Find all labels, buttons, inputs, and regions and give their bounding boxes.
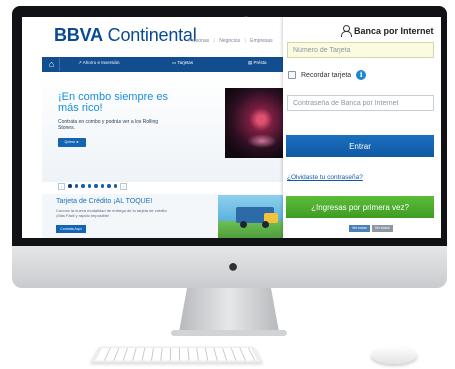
pill-ver-todos[interactable]: Ver todos: [371, 225, 393, 232]
password-input[interactable]: [287, 95, 434, 111]
mouse: [371, 346, 417, 364]
remember-card-checkbox[interactable]: [288, 71, 296, 79]
logo-bold: BBVA: [54, 25, 103, 45]
carousel-prev-icon[interactable]: ‹: [58, 182, 65, 190]
link-separator: |: [244, 38, 246, 44]
nav-prestamos[interactable]: ▤ Présta: [248, 60, 267, 66]
bbva-logo[interactable]: BBVA Continental: [54, 25, 197, 46]
carousel-dot[interactable]: [113, 184, 117, 188]
keyboard-keys: [95, 348, 258, 361]
login-header: Banca por Internet: [340, 25, 434, 37]
card-number-input[interactable]: [287, 42, 434, 58]
promo-text: Conoce la nueva modalidad de entrega de …: [56, 208, 167, 218]
carousel-dot[interactable]: [68, 184, 72, 188]
promo-title: Tarjeta de Crédito ¡AL TOQUE!: [56, 198, 153, 205]
hero-button[interactable]: Quiero ►: [58, 138, 86, 147]
link-negocios[interactable]: Negocios: [219, 38, 240, 44]
promo-button[interactable]: Contrata Aquí: [56, 225, 86, 233]
hero-text: Contrata en combo y podrás ver a los Rol…: [58, 119, 159, 131]
main-nav: ⌂ ↗ Ahorro e Inversión ▭ Tarjetas ▤ Prés…: [42, 57, 283, 72]
pill-ver-todas[interactable]: Ver todas: [349, 225, 370, 232]
carousel-dot[interactable]: [107, 184, 111, 188]
logo-light: Continental: [102, 25, 197, 45]
forgot-password-link[interactable]: ¿Olvidaste tu contraseña?: [287, 174, 363, 181]
info-icon[interactable]: i: [356, 70, 367, 80]
hero-concert-photo: [225, 88, 285, 158]
carousel-dots: ‹ ›: [58, 182, 127, 190]
monitor-stand-base: [171, 330, 287, 336]
stage-light: [247, 134, 277, 148]
user-icon: [340, 25, 352, 37]
nav-tarjetas[interactable]: ▭ Tarjetas: [172, 60, 193, 66]
promo-delivery-image: [218, 195, 283, 238]
carousel-dot[interactable]: [81, 184, 85, 188]
keyboard: [90, 346, 263, 363]
login-title: Banca por Internet: [354, 25, 434, 36]
first-time-button[interactable]: ¿Ingresas por primera vez?: [286, 196, 434, 218]
nav-ahorro[interactable]: ↗ Ahorro e Inversión: [78, 60, 120, 66]
carousel-dot[interactable]: [94, 184, 98, 188]
truck-wheel: [240, 221, 247, 228]
enter-button[interactable]: Entrar: [286, 135, 434, 157]
remember-card-row: Recordar tarjeta i: [288, 70, 367, 80]
remember-card-label: Recordar tarjeta: [301, 71, 352, 79]
home-icon[interactable]: ⌂: [44, 58, 60, 71]
carousel-dot[interactable]: [100, 184, 104, 188]
apple-logo-icon: ●: [227, 256, 239, 276]
truck-wheel: [262, 221, 269, 228]
monitor-stand: [179, 288, 279, 332]
carousel-next-icon[interactable]: ›: [120, 182, 127, 190]
link-separator: |: [213, 38, 215, 44]
carousel-dot[interactable]: [74, 184, 78, 188]
top-links: Personas | Negocios | Empresas: [188, 38, 276, 44]
link-personas[interactable]: Personas: [188, 38, 209, 44]
carousel-dot[interactable]: [87, 184, 91, 188]
link-empresas[interactable]: Empresas: [250, 38, 273, 44]
bottom-pills: Ver todas Ver todos: [349, 225, 393, 232]
hero-title: ¡En combo siempre es más rico!: [58, 91, 169, 114]
